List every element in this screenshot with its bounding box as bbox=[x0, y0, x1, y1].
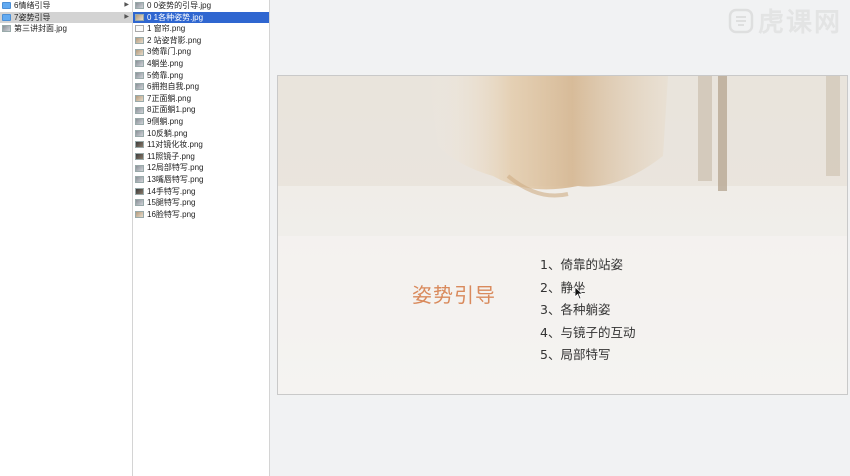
item-label: 3倚靠门.png bbox=[147, 47, 192, 57]
image-file-icon bbox=[135, 164, 144, 172]
finder-file-item[interactable]: 2 站姿背影.png bbox=[133, 35, 269, 47]
finder-column-1: 6情绪引导 ▶ 7姿势引导 ▶ 第三讲封面.jpg bbox=[0, 0, 132, 476]
slide-topic-item: 1、倚靠的站姿 bbox=[540, 257, 623, 272]
finder-file-item[interactable]: 4躺坐.png bbox=[133, 58, 269, 70]
finder-file-item[interactable]: 0 1各种姿势.jpg bbox=[133, 11, 269, 24]
finder-file-item[interactable]: 1 窗帘.png bbox=[133, 23, 269, 35]
item-label: 第三讲封面.jpg bbox=[14, 24, 67, 34]
image-file-icon bbox=[135, 83, 144, 91]
slide-topic-item: 3、各种躺姿 bbox=[540, 302, 611, 317]
finder-file-item[interactable]: 11对镜化妆.png bbox=[133, 139, 269, 151]
image-preview: 姿势引导 1、倚靠的站姿 2、静坐 3、各种躺姿 4、与镜子的互动 5、局部特写 bbox=[277, 75, 848, 395]
item-label: 14手特写.png bbox=[147, 186, 196, 196]
finder-file-item[interactable]: 8正面躺1.png bbox=[133, 104, 269, 116]
disclosure-arrow-icon: ▶ bbox=[124, 13, 129, 20]
finder-file-item[interactable]: 3倚靠门.png bbox=[133, 46, 269, 58]
slide-topic-list: 1、倚靠的站姿 2、静坐 3、各种躺姿 4、与镜子的互动 5、局部特写 bbox=[540, 254, 635, 367]
finder-file-item[interactable]: 13嘴唇特写.png bbox=[133, 174, 269, 186]
image-file-icon bbox=[135, 176, 144, 184]
finder-file-item[interactable]: 6拥抱自我.png bbox=[133, 81, 269, 93]
item-label: 9侧躺.png bbox=[147, 116, 184, 126]
slide-topic-item: 4、与镜子的互动 bbox=[540, 324, 636, 340]
image-file-icon bbox=[135, 2, 144, 10]
disclosure-arrow-icon: ▶ bbox=[124, 2, 129, 8]
image-file-icon bbox=[135, 141, 144, 149]
watermark-text: 虎课网 bbox=[757, 8, 842, 38]
image-file-icon bbox=[135, 187, 144, 195]
image-file-icon bbox=[135, 118, 144, 126]
watermark: 虎课网 bbox=[728, 2, 842, 39]
finder-file-item[interactable]: 7正面躺.png bbox=[133, 93, 269, 105]
finder-folder-item[interactable]: 6情绪引导 ▶ bbox=[0, 0, 132, 12]
folder-icon bbox=[2, 13, 11, 21]
folder-icon bbox=[2, 2, 11, 10]
finder-file-item[interactable]: 第三讲封面.jpg bbox=[0, 23, 132, 35]
finder-folder-item[interactable]: 7姿势引导 ▶ bbox=[0, 11, 132, 24]
item-label: 5倚靠.png bbox=[147, 70, 184, 80]
finder-file-item[interactable]: 14手特写.png bbox=[133, 186, 269, 198]
item-label: 11对镜化妆.png bbox=[147, 140, 203, 150]
image-file-icon bbox=[135, 199, 144, 207]
item-label: 16脸特写.png bbox=[147, 209, 196, 219]
finder-file-item[interactable]: 15腿特写.png bbox=[133, 197, 269, 209]
item-label: 13嘴唇特写.png bbox=[147, 174, 204, 184]
finder-file-item[interactable]: 10反躺.png bbox=[133, 128, 269, 140]
image-file-icon bbox=[135, 71, 144, 79]
finder-file-item[interactable]: 5倚靠.png bbox=[133, 70, 269, 82]
item-label: 8正面躺1.png bbox=[147, 105, 196, 115]
image-file-icon bbox=[135, 95, 144, 103]
item-label: 0 1各种姿势.jpg bbox=[147, 12, 204, 22]
finder-file-item[interactable]: 16脸特写.png bbox=[133, 209, 269, 221]
item-label: 1 窗帘.png bbox=[147, 24, 186, 34]
image-file-icon bbox=[135, 60, 144, 68]
slide-topic-item: 2、静坐 bbox=[540, 279, 586, 295]
item-label: 15腿特写.png bbox=[147, 198, 196, 208]
image-file-icon bbox=[135, 25, 144, 33]
item-label: 4躺坐.png bbox=[147, 58, 184, 68]
tiger-logo-icon bbox=[728, 8, 754, 33]
image-file-icon bbox=[2, 25, 11, 33]
item-label: 12局部特写.png bbox=[147, 163, 204, 173]
image-file-icon bbox=[135, 129, 144, 137]
slide-topic-item: 5、局部特写 bbox=[540, 347, 611, 362]
item-label: 7正面躺.png bbox=[147, 93, 192, 103]
mouse-cursor-icon bbox=[574, 286, 584, 300]
item-label: 7姿势引导 bbox=[14, 12, 51, 22]
image-file-icon bbox=[135, 13, 144, 21]
image-file-icon bbox=[135, 37, 144, 45]
image-file-icon bbox=[135, 48, 144, 56]
finder-file-item[interactable]: 12局部特写.png bbox=[133, 162, 269, 174]
item-label: 6情绪引导 bbox=[14, 1, 51, 10]
item-label: 0 0姿势的引导.jpg bbox=[147, 1, 212, 10]
image-file-icon bbox=[135, 210, 144, 218]
item-label: 6拥抱自我.png bbox=[147, 82, 200, 92]
image-file-icon bbox=[135, 153, 144, 161]
item-label: 10反躺.png bbox=[147, 128, 188, 138]
finder-column-2: 0 0姿势的引导.jpg 0 1各种姿势.jpg 1 窗帘.png 2 站姿背影.pn… bbox=[133, 0, 269, 476]
item-label: 11照镜子.png bbox=[147, 151, 195, 161]
image-file-icon bbox=[135, 106, 144, 114]
finder-file-item[interactable]: 0 0姿势的引导.jpg bbox=[133, 0, 269, 12]
finder-file-item[interactable]: 9侧躺.png bbox=[133, 116, 269, 128]
slide-title: 姿势引导 bbox=[412, 283, 496, 307]
item-label: 2 站姿背影.png bbox=[147, 35, 202, 45]
finder-file-item[interactable]: 11照镜子.png bbox=[133, 151, 269, 163]
